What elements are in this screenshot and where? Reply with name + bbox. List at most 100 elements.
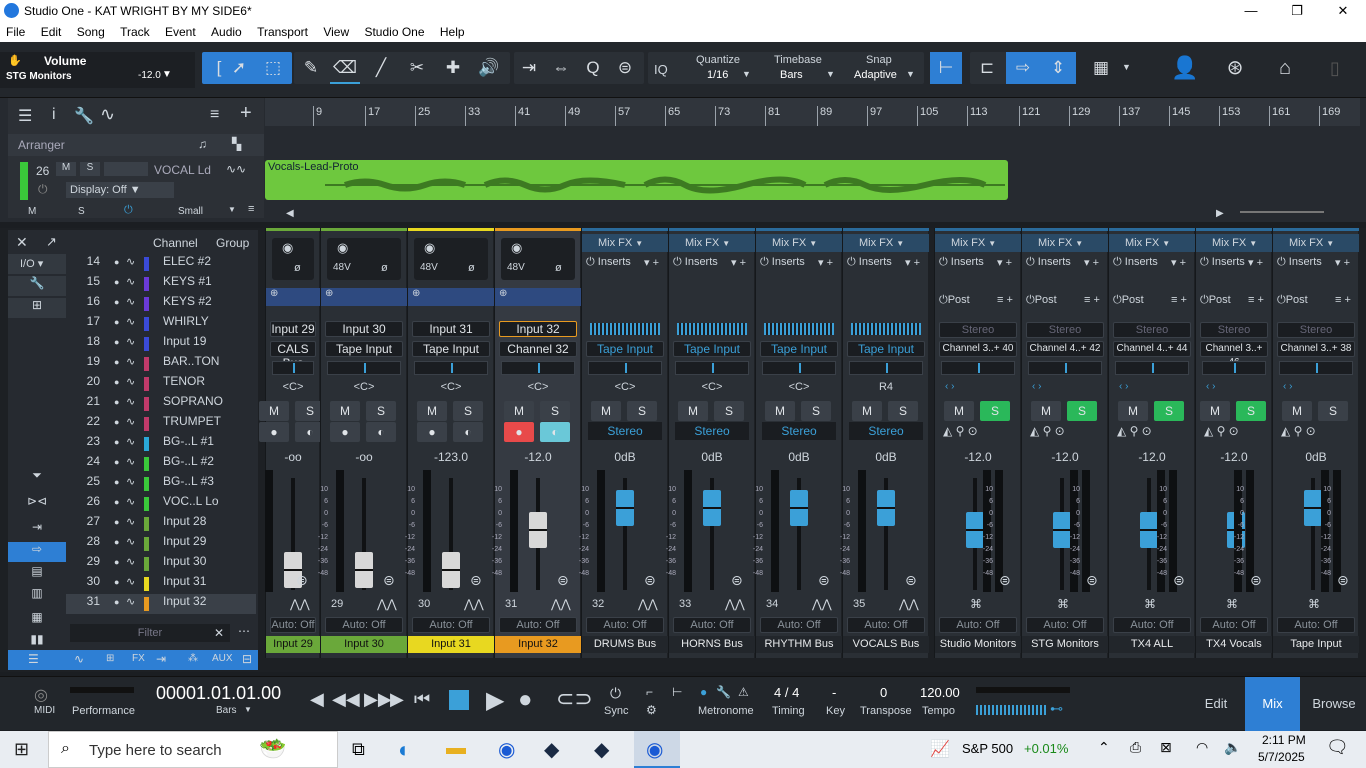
output-routing[interactable]: Tape Input	[412, 341, 490, 357]
automation-icon[interactable]: ⋀⋀	[725, 597, 745, 611]
menu-track[interactable]: Track	[114, 22, 156, 39]
mute-button[interactable]: M	[1031, 401, 1061, 421]
pan-slider[interactable]	[1028, 361, 1102, 375]
input-routing-bar[interactable]: ⊕	[495, 288, 581, 306]
meter-icon[interactable]: ⊜	[1250, 572, 1262, 589]
add-insert-icon[interactable]: ▾ +	[731, 256, 746, 269]
visible-dot-icon[interactable]: ●	[114, 357, 119, 367]
phantom-power-button[interactable]: 48V	[507, 262, 525, 273]
mute-button[interactable]: M	[504, 401, 534, 421]
solo-button[interactable]: S	[1318, 401, 1348, 421]
volume-value[interactable]: -12.0	[935, 450, 1021, 464]
volume-fader[interactable]	[616, 490, 634, 526]
stop-button[interactable]	[449, 690, 469, 710]
camera-icon[interactable]: ⎙	[1130, 739, 1141, 756]
mix-fx-header[interactable]: Mix FX ▼	[1196, 234, 1272, 252]
remote-view-icon[interactable]: ⁂	[188, 653, 198, 664]
app-icon[interactable]: ◆	[544, 737, 559, 762]
solo-button[interactable]: S	[714, 401, 744, 421]
channel-name[interactable]: Input 29	[266, 636, 320, 653]
visible-dot-icon[interactable]: ●	[114, 437, 119, 447]
channel-list-item[interactable]: 30 ● ∿ Input 31	[66, 574, 256, 594]
automation-icon[interactable]: ⌘	[1308, 597, 1320, 611]
add-send-icon[interactable]: ≡ +	[1248, 294, 1264, 306]
listen-icon[interactable]: ◭ ⚲ ⊙	[943, 424, 978, 438]
gain-knob-icon[interactable]: ◉	[282, 240, 293, 256]
input-select[interactable]: Input 32	[499, 321, 577, 337]
pan-slider[interactable]	[849, 361, 923, 375]
time-unit[interactable]: Bars	[216, 705, 237, 716]
mute-tool-icon[interactable]: ✂	[402, 52, 432, 84]
solo-button[interactable]: S	[453, 401, 483, 421]
list-icon[interactable]: ☰	[28, 652, 39, 666]
punch-icon[interactable]: ⊢	[672, 685, 682, 699]
visible-dot-icon[interactable]: ●	[114, 277, 119, 287]
channel-list-item[interactable]: 17 ● ∿ WHIRLY	[66, 314, 256, 334]
listen-icon[interactable]: ◭ ⚲ ⊙	[1030, 424, 1065, 438]
phase-invert-button[interactable]: ø	[555, 262, 562, 274]
meter-icon[interactable]: ⊜	[1173, 572, 1185, 589]
iq-button[interactable]: IQ	[654, 62, 668, 77]
automation-mode[interactable]: Auto: Off	[586, 617, 664, 633]
wrench-icon[interactable]: 🔧	[74, 106, 94, 126]
meter-icon[interactable]: ⊜	[1337, 572, 1349, 589]
automation-mode[interactable]: Auto: Off	[1026, 617, 1104, 633]
scroll-right-icon[interactable]: ▶	[1216, 208, 1224, 219]
automation-mode[interactable]: Auto: Off	[412, 617, 490, 633]
channel-list-item[interactable]: 18 ● ∿ Input 19	[66, 334, 256, 354]
channel-list-item[interactable]: 24 ● ∿ BG-..L #2	[66, 454, 256, 474]
clock-date[interactable]: 5/7/2025	[1258, 750, 1305, 764]
tempo-value[interactable]: 120.00	[920, 685, 960, 700]
audiobend-icon[interactable]: ⊜	[610, 52, 640, 84]
fast-forward-icon[interactable]: ▶▶	[364, 689, 392, 710]
task-view-icon[interactable]: ⧉	[352, 739, 365, 760]
close-icon[interactable]: ✕	[16, 234, 28, 251]
input-select[interactable]: Input 29	[270, 321, 316, 337]
monitor-button[interactable]: ◐	[453, 422, 483, 442]
keyboard-view-icon[interactable]: ⊟	[242, 652, 252, 666]
settings-icon[interactable]: ⚙	[646, 703, 657, 717]
pan-slider[interactable]	[1115, 361, 1189, 375]
automation-mode[interactable]: Auto: Off	[847, 617, 925, 633]
input-select[interactable]: Input 30	[325, 321, 403, 337]
inserts-label[interactable]: ⏻ Inserts	[847, 256, 892, 269]
monitor-button[interactable]: ◐	[366, 422, 396, 442]
solo-button[interactable]: S	[1154, 401, 1184, 421]
pencil-tool-icon[interactable]: ✎	[296, 52, 326, 84]
input-routing-bar[interactable]: ⊕	[321, 288, 407, 306]
automation-mode[interactable]: Auto: Off	[1200, 617, 1268, 633]
add-insert-icon[interactable]: ▾ +	[644, 256, 659, 269]
quantize-tool-icon[interactable]: Q	[578, 52, 608, 84]
meter-icon[interactable]: ⊜	[905, 572, 917, 589]
menu-event[interactable]: Event	[159, 22, 202, 39]
stereo-input-field[interactable]: Stereo	[1026, 322, 1104, 338]
monitor-button[interactable]: ◐	[540, 422, 570, 442]
browse-tab[interactable]: Browse	[1302, 677, 1366, 731]
range-tool-icon[interactable]: ⬚	[258, 52, 288, 84]
volume-value[interactable]: -12.0	[1196, 450, 1272, 464]
track-name[interactable]: VOCAL Ld	[154, 163, 211, 177]
visible-dot-icon[interactable]: ●	[114, 497, 119, 507]
more-icon[interactable]: ⋯	[238, 624, 250, 638]
close-button[interactable]: ✕	[1320, 0, 1366, 22]
autoscroll-icon[interactable]: ⇨	[1006, 52, 1040, 84]
mute-button[interactable]: M	[944, 401, 974, 421]
follow-icon[interactable]: ⊏	[972, 52, 1002, 84]
visible-dot-icon[interactable]: ●	[114, 537, 119, 547]
monitor-icon[interactable]: ⏻	[124, 204, 133, 217]
gain-knob-icon[interactable]: ◉	[511, 240, 522, 256]
display-select[interactable]: Display: Off ▼	[66, 182, 174, 198]
eraser-tool-icon[interactable]: ⌫	[330, 52, 360, 84]
visible-dot-icon[interactable]: ●	[114, 477, 119, 487]
bend-tool-icon[interactable]: ⇥	[514, 52, 544, 84]
volume-value[interactable]: 0dB	[843, 450, 929, 464]
phase-invert-button[interactable]: ø	[468, 262, 475, 274]
automation-mode[interactable]: Auto: Off	[939, 617, 1017, 633]
pan-slider[interactable]	[501, 361, 575, 375]
pan-slider[interactable]	[762, 361, 836, 375]
pan-slider[interactable]	[1202, 361, 1266, 375]
stereo-input-field[interactable]: Stereo	[1113, 322, 1191, 338]
channel-name[interactable]: VOCALS Bus	[843, 636, 929, 653]
volume-fader[interactable]	[877, 490, 895, 526]
pan-slider[interactable]	[675, 361, 749, 375]
